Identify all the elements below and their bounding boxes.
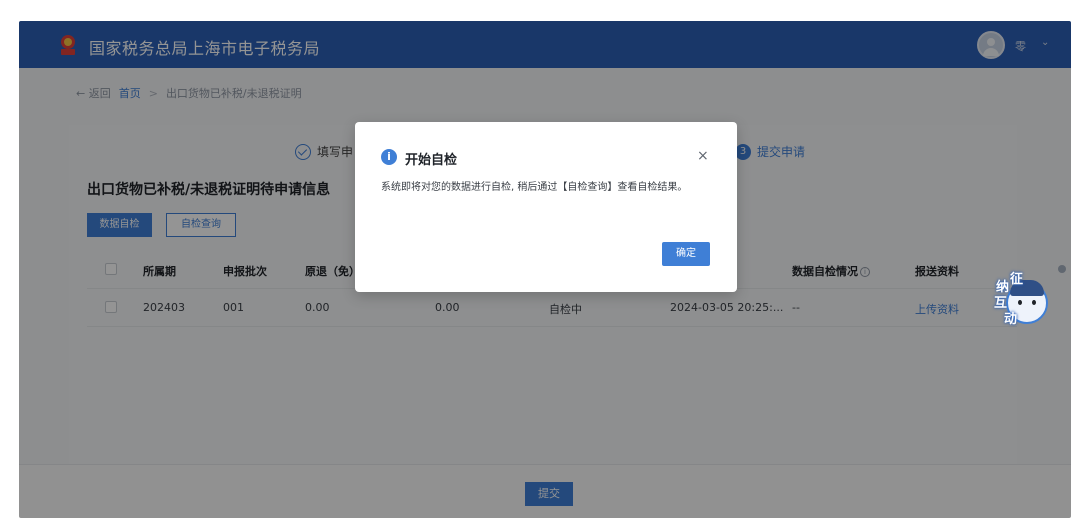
assistant-widget[interactable]: 征 纳 互 动 [988,268,1060,332]
dialog-title: 开始自检 [405,153,458,168]
close-icon[interactable]: × [697,148,709,164]
assistant-label: 征 纳 互 动 [988,268,1038,332]
self-check-dialog: i 开始自检 × 系统即将对您的数据进行自检, 稍后通过【自检查询】查看自检结果… [355,122,737,292]
confirm-button[interactable]: 确定 [662,242,710,266]
info-icon: i [381,149,397,165]
assistant-char: 征 [1010,272,1024,287]
dialog-message: 系统即将对您的数据进行自检, 稍后通过【自检查询】查看自检结果。 [381,182,688,193]
widget-handle-icon[interactable] [1058,265,1066,273]
assistant-char: 动 [1004,312,1018,327]
